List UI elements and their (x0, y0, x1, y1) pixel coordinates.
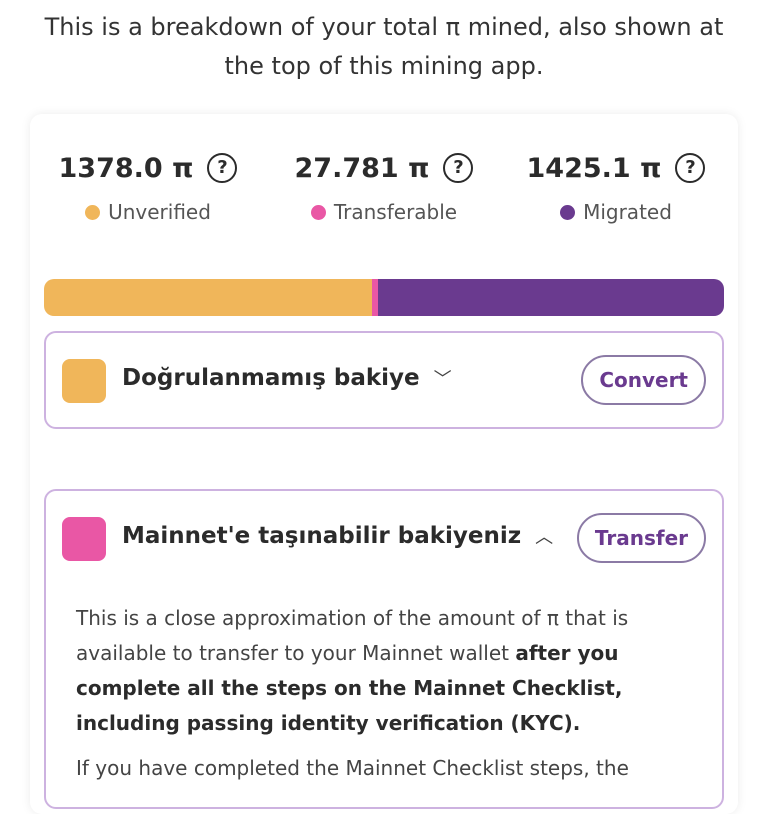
transferable-segment (371, 279, 379, 316)
transferable-swatch (62, 517, 106, 561)
stat-transferable: 27.781 π ? Transferable (269, 150, 499, 224)
help-icon[interactable]: ? (443, 153, 474, 183)
migrated-segment (378, 279, 724, 316)
migrated-dot (560, 204, 576, 220)
unverified-amount: 1378.0 π (58, 152, 194, 184)
intro-text: This is a breakdown of your total π mine… (44, 13, 724, 80)
transferable-dot (310, 204, 326, 220)
unverified-segment (44, 279, 372, 316)
unverified-panel-header[interactable]: Doğrulanmamış bakiye ﹀ Convert (46, 333, 722, 427)
balance-progress-bar (44, 279, 724, 316)
transferable-label: Transferable (333, 200, 458, 224)
unverified-label: Unverified (108, 200, 211, 224)
migrated-label: Migrated (583, 200, 672, 224)
unverified-panel-title: Doğrulanmamış bakiye (122, 365, 420, 391)
transferable-panel-header[interactable]: Mainnet'e taşınabilir bakiyeniz ︿ Transf… (46, 491, 722, 585)
stat-migrated: 1425.1 π ? Migrated (501, 150, 731, 224)
migrated-amount: 1425.1 π (526, 152, 662, 184)
unverified-dot (85, 204, 101, 220)
help-icon[interactable]: ? (675, 153, 706, 183)
transferable-panel-title: Mainnet'e taşınabilir bakiyeniz (122, 523, 522, 549)
chevron-up-icon[interactable]: ︿ (535, 523, 553, 549)
unverified-swatch (62, 359, 106, 403)
chevron-down-icon[interactable]: ﹀ (434, 365, 452, 391)
transferable-panel: Mainnet'e taşınabilir bakiyeniz ︿ Transf… (44, 489, 724, 809)
help-icon[interactable]: ? (207, 153, 238, 183)
transferable-amount: 27.781 π (294, 152, 430, 184)
convert-button[interactable]: Convert (581, 355, 706, 405)
stat-unverified: 1378.0 π ? Unverified (33, 150, 263, 224)
transfer-button[interactable]: Transfer (576, 513, 706, 563)
description-cutoff-text: If you have completed the Mainnet Checkl… (76, 756, 629, 780)
unverified-panel: Doğrulanmamış bakiye ﹀ Convert (44, 331, 724, 429)
transferable-description-paragraph: This is a close approximation of the amo… (76, 601, 692, 741)
transferable-description: This is a close approximation of the amo… (46, 601, 722, 786)
